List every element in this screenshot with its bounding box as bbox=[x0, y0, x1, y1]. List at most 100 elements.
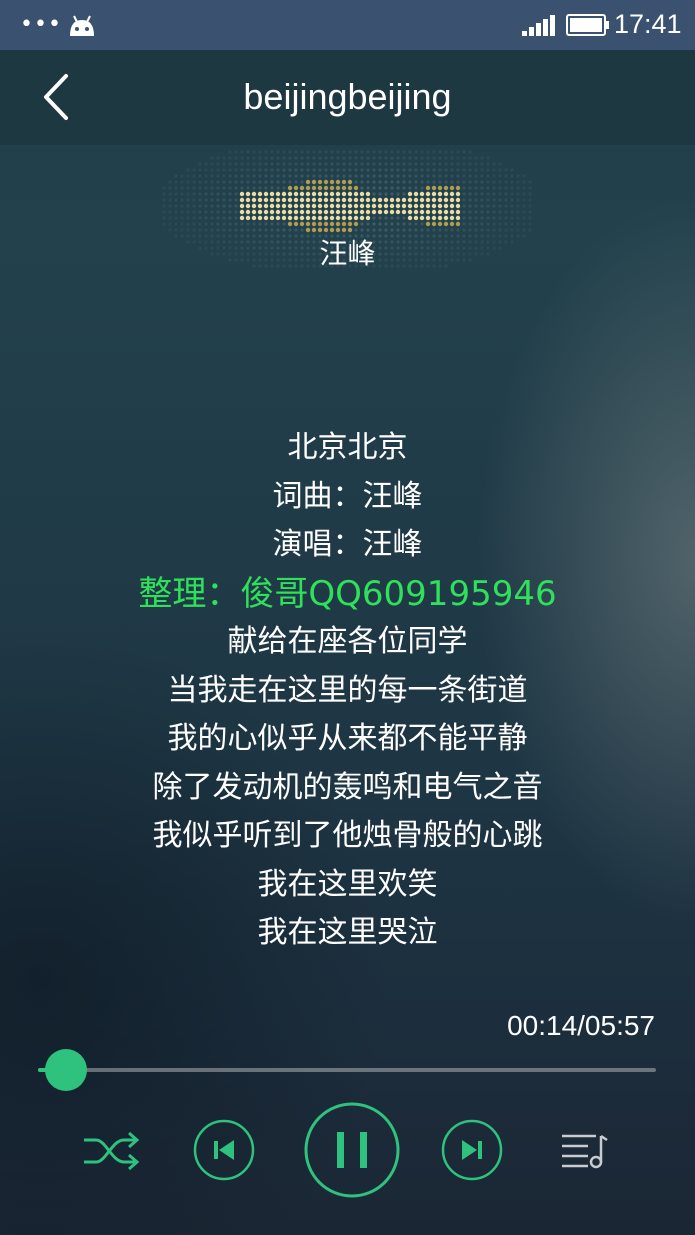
matrix-dot bbox=[335, 191, 341, 197]
matrix-dot bbox=[222, 186, 226, 190]
matrix-dot bbox=[240, 150, 244, 154]
matrix-dot bbox=[462, 180, 466, 184]
matrix-dot bbox=[384, 216, 388, 220]
matrix-dot bbox=[468, 180, 472, 184]
matrix-dot bbox=[366, 180, 370, 184]
matrix-dot bbox=[444, 174, 448, 178]
matrix-dot bbox=[335, 221, 341, 227]
matrix-dot bbox=[371, 203, 377, 209]
matrix-dot bbox=[474, 162, 478, 166]
matrix-dot bbox=[204, 162, 208, 166]
matrix-dot bbox=[498, 174, 502, 178]
matrix-dot bbox=[311, 215, 317, 221]
matrix-dot bbox=[450, 180, 454, 184]
matrix-dot bbox=[305, 185, 311, 191]
playlist-icon[interactable] bbox=[560, 1128, 610, 1170]
matrix-dot bbox=[492, 204, 496, 208]
matrix-dot bbox=[378, 180, 382, 184]
progress-track[interactable] bbox=[38, 1068, 656, 1072]
matrix-dot bbox=[293, 185, 299, 191]
matrix-dot bbox=[426, 168, 430, 172]
matrix-dot bbox=[264, 162, 268, 166]
matrix-dot bbox=[198, 168, 202, 172]
matrix-dot bbox=[306, 156, 310, 160]
matrix-dot bbox=[299, 191, 305, 197]
matrix-dot bbox=[210, 186, 214, 190]
matrix-dot bbox=[342, 174, 346, 178]
matrix-dot bbox=[498, 222, 502, 226]
matrix-dot bbox=[522, 180, 526, 184]
matrix-dot bbox=[168, 210, 172, 214]
matrix-dot bbox=[492, 198, 496, 202]
matrix-dot bbox=[198, 192, 202, 196]
matrix-dot bbox=[401, 203, 407, 209]
matrix-dot bbox=[234, 180, 238, 184]
matrix-dot bbox=[444, 168, 448, 172]
skip-previous-icon[interactable] bbox=[192, 1118, 256, 1182]
matrix-dot bbox=[455, 191, 461, 197]
matrix-dot bbox=[474, 216, 478, 220]
matrix-dot bbox=[431, 221, 437, 227]
matrix-dot bbox=[390, 174, 394, 178]
matrix-dot bbox=[216, 180, 220, 184]
matrix-dot bbox=[318, 156, 322, 160]
matrix-dot bbox=[174, 180, 178, 184]
matrix-dot bbox=[449, 209, 455, 215]
matrix-dot bbox=[414, 156, 418, 160]
matrix-dot bbox=[377, 197, 383, 203]
matrix-dot bbox=[354, 162, 358, 166]
matrix-dot bbox=[492, 162, 496, 166]
matrix-dot bbox=[294, 180, 298, 184]
matrix-dot bbox=[311, 197, 317, 203]
matrix-dot bbox=[323, 185, 329, 191]
matrix-dot bbox=[383, 209, 389, 215]
matrix-dot bbox=[335, 203, 341, 209]
matrix-dot bbox=[486, 192, 490, 196]
matrix-dot bbox=[462, 156, 466, 160]
matrix-dot bbox=[366, 222, 370, 226]
matrix-dot bbox=[216, 210, 220, 214]
matrix-dot bbox=[426, 156, 430, 160]
matrix-dot bbox=[414, 186, 418, 190]
matrix-dot bbox=[168, 222, 172, 226]
matrix-dot bbox=[245, 197, 251, 203]
skip-next-icon[interactable] bbox=[440, 1118, 504, 1182]
matrix-dot bbox=[245, 215, 251, 221]
matrix-dot bbox=[210, 156, 214, 160]
matrix-dot bbox=[449, 191, 455, 197]
matrix-dot bbox=[474, 198, 478, 202]
matrix-dot bbox=[354, 156, 358, 160]
matrix-dot bbox=[186, 204, 190, 208]
matrix-dot bbox=[251, 203, 257, 209]
matrix-dot bbox=[504, 174, 508, 178]
pause-icon[interactable] bbox=[303, 1101, 401, 1199]
matrix-dot bbox=[408, 174, 412, 178]
matrix-dot bbox=[180, 192, 184, 196]
matrix-dot bbox=[275, 215, 281, 221]
matrix-dot bbox=[420, 180, 424, 184]
matrix-dot bbox=[330, 150, 334, 154]
matrix-dot bbox=[210, 216, 214, 220]
matrix-dot bbox=[486, 204, 490, 208]
matrix-dot bbox=[474, 204, 478, 208]
lyric-line: 我在这里欢笑 bbox=[257, 866, 438, 902]
matrix-dot bbox=[299, 185, 305, 191]
matrix-dot bbox=[180, 216, 184, 220]
lyric-line: 演唱：汪峰 bbox=[272, 527, 423, 562]
matrix-dot bbox=[384, 192, 388, 196]
lyric-line: 献给在座各位同学 bbox=[227, 624, 468, 659]
matrix-dot bbox=[276, 186, 280, 190]
matrix-dot bbox=[365, 191, 371, 197]
matrix-dot bbox=[359, 215, 365, 221]
matrix-dot bbox=[245, 209, 251, 215]
matrix-dot bbox=[407, 209, 413, 215]
matrix-dot bbox=[510, 198, 514, 202]
matrix-dot bbox=[216, 204, 220, 208]
matrix-dot bbox=[335, 215, 341, 221]
matrix-dot bbox=[396, 156, 400, 160]
matrix-dot bbox=[162, 186, 166, 190]
shuffle-icon[interactable] bbox=[82, 1128, 140, 1174]
progress-thumb[interactable] bbox=[44, 1049, 87, 1091]
matrix-dot bbox=[282, 222, 286, 226]
matrix-dot bbox=[210, 168, 214, 172]
